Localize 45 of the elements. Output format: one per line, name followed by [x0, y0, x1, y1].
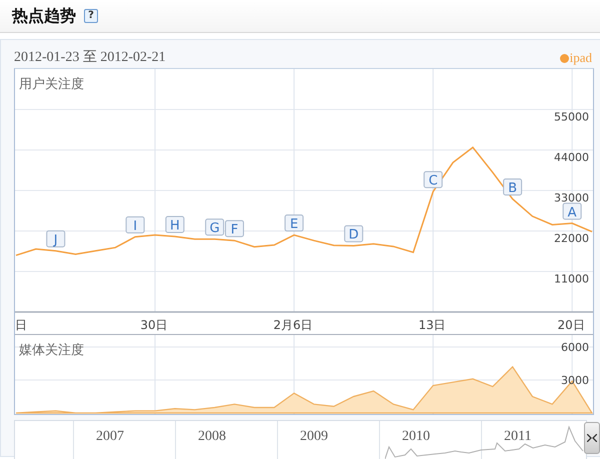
annotation: A — [568, 205, 577, 220]
annotation: D — [348, 228, 359, 243]
marker-flag[interactable]: I — [126, 216, 145, 234]
axis-tick-label: 日 — [15, 318, 27, 332]
year-label: 2007 — [73, 421, 175, 459]
axis-tick-label: 20日 — [558, 318, 585, 332]
annotation: H — [170, 218, 180, 234]
chart-title: 用户关注度 — [19, 77, 84, 92]
marker-flag[interactable]: G — [205, 218, 224, 236]
marker-flag[interactable]: C — [424, 171, 443, 189]
axis-tick-label: 30日 — [140, 318, 168, 332]
axis-tick-label: 44000 — [554, 151, 589, 164]
axis-tick-label: 55000 — [554, 110, 589, 124]
annotation: F — [230, 222, 238, 238]
year-label: 2010 — [379, 421, 481, 459]
range-navigator[interactable]: 2007 2008 2009 2010 2011 — [14, 420, 588, 459]
chart-title: 媒体关注度 — [19, 343, 84, 358]
help-icon[interactable]: ? — [84, 9, 98, 23]
marker-flag[interactable]: J — [46, 230, 66, 248]
marker-flag[interactable]: F — [224, 220, 244, 238]
annotation: G — [210, 221, 220, 236]
axis-tick-label: 3000 — [561, 374, 589, 387]
resize-arrows-icon — [587, 434, 598, 442]
annotation: J — [52, 232, 58, 248]
marker-flag[interactable]: A — [562, 202, 582, 220]
annotation: I — [133, 218, 138, 234]
year-label: 2008 — [175, 421, 277, 459]
marker-flag[interactable]: E — [284, 214, 304, 232]
annotation: C — [428, 174, 438, 189]
page-title: 热点趋势 — [12, 6, 76, 26]
marker-flag[interactable]: H — [165, 216, 184, 234]
axis-tick-label: 11000 — [554, 272, 589, 286]
axis-tick-label: 22000 — [554, 232, 589, 245]
year-label: 2011 — [481, 421, 580, 459]
axis-tick-label: 13日 — [418, 318, 446, 332]
axis-tick-label: 33000 — [554, 192, 589, 204]
marker-flag[interactable]: D — [344, 225, 364, 243]
marker-flag[interactable]: B — [503, 178, 522, 196]
axis-tick-label: 2月6日 — [273, 318, 313, 332]
annotation: E — [290, 217, 298, 232]
axis-tick-label: 6000 — [561, 341, 589, 354]
annotation: B — [508, 180, 518, 196]
year-label: 2009 — [277, 421, 379, 459]
drag-handle[interactable] — [584, 422, 600, 454]
date-range: 2012-01-23 至 2012-02-21 — [14, 49, 166, 67]
